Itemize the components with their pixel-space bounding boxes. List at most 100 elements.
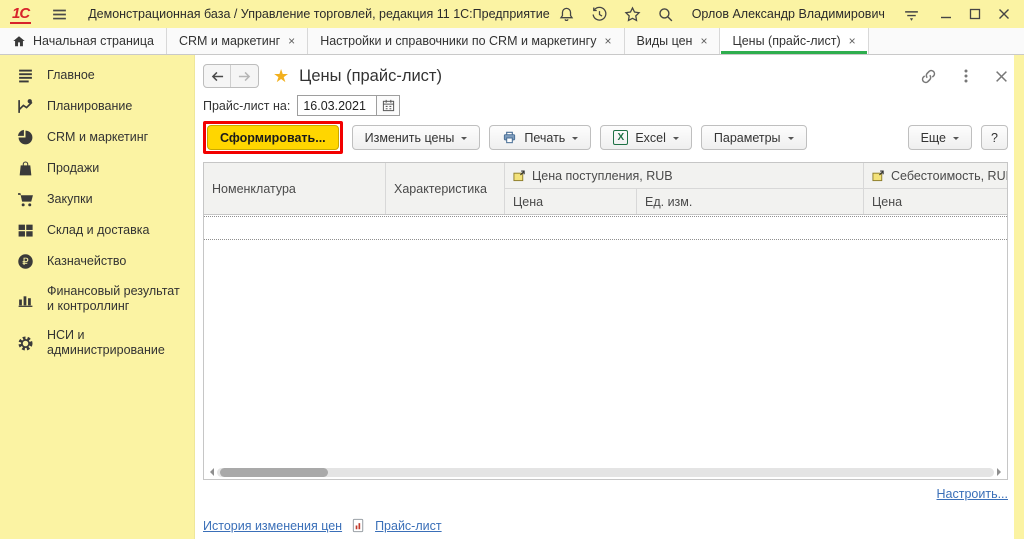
change-prices-label: Изменить цены bbox=[365, 131, 455, 145]
scroll-left-icon[interactable] bbox=[206, 468, 214, 476]
sidebar-item-main[interactable]: Главное bbox=[0, 60, 194, 91]
excel-icon: X bbox=[613, 130, 628, 145]
list-icon bbox=[17, 67, 34, 84]
excel-button[interactable]: X Excel bbox=[600, 125, 692, 150]
main-menu-icon[interactable] bbox=[51, 6, 68, 23]
tab-price-list[interactable]: Цены (прайс-лист) × bbox=[720, 28, 868, 54]
top-bar: 1С Демонстрационная база / Управление то… bbox=[0, 0, 1024, 28]
grid-icon bbox=[17, 222, 34, 239]
bar-chart-icon bbox=[17, 291, 34, 308]
get-link-icon[interactable] bbox=[920, 68, 937, 85]
date-input-group bbox=[297, 95, 400, 116]
column-header-cost-price[interactable]: Цена bbox=[864, 189, 1007, 214]
chevron-down-icon bbox=[953, 137, 959, 143]
column-label: Цена поступления, RUB bbox=[532, 169, 673, 183]
report-icon bbox=[351, 518, 366, 533]
price-list-report-link[interactable]: Прайс-лист bbox=[375, 519, 442, 533]
sidebar-item-planning[interactable]: Планирование bbox=[0, 91, 194, 122]
sidebar-item-crm[interactable]: CRM и маркетинг bbox=[0, 122, 194, 153]
notifications-bell-icon[interactable] bbox=[558, 6, 575, 23]
search-icon[interactable] bbox=[657, 6, 674, 23]
sidebar-item-label: CRM и маркетинг bbox=[47, 130, 148, 145]
excel-label: Excel bbox=[635, 131, 666, 145]
tab-crm-settings[interactable]: Настройки и справочники по CRM и маркети… bbox=[308, 28, 624, 54]
help-button[interactable]: ? bbox=[981, 125, 1008, 150]
sidebar-item-sales[interactable]: Продажи bbox=[0, 153, 194, 184]
toolbar: Сформировать... Изменить цены Печать X E… bbox=[203, 121, 1008, 154]
printer-icon bbox=[502, 130, 517, 145]
close-tab-icon[interactable]: × bbox=[700, 35, 707, 47]
svg-text:₽: ₽ bbox=[22, 257, 29, 268]
calendar-icon[interactable] bbox=[377, 95, 400, 116]
column-header-arrival-price[interactable]: Цена bbox=[505, 189, 637, 214]
column-header-characteristic[interactable]: Характеристика bbox=[386, 163, 505, 214]
column-header-cost-group[interactable]: Себестоимость, RUB bbox=[864, 163, 1007, 189]
favorite-star-icon[interactable]: ★ bbox=[273, 67, 289, 85]
print-button[interactable]: Печать bbox=[489, 125, 591, 150]
favorites-star-icon[interactable] bbox=[624, 6, 641, 23]
tab-crm-marketing[interactable]: CRM и маркетинг × bbox=[167, 28, 308, 54]
planning-icon bbox=[17, 98, 34, 115]
close-form-icon[interactable] bbox=[995, 70, 1008, 83]
tab-home[interactable]: Начальная страница bbox=[0, 28, 167, 54]
minimize-button[interactable] bbox=[936, 5, 957, 23]
parameters-button[interactable]: Параметры bbox=[701, 125, 807, 150]
column-header-nomenclature[interactable]: Номенклатура bbox=[204, 163, 386, 214]
price-history-link[interactable]: История изменения цен bbox=[203, 519, 342, 533]
scrollbar-track[interactable] bbox=[217, 468, 994, 477]
gear-icon bbox=[17, 335, 34, 352]
column-header-arrival-price-group[interactable]: Цена поступления, RUB bbox=[505, 163, 864, 189]
generate-button[interactable]: Сформировать... bbox=[207, 125, 339, 150]
close-tab-icon[interactable]: × bbox=[849, 35, 856, 47]
tab-label: Начальная страница bbox=[33, 34, 154, 48]
configure-link[interactable]: Настроить... bbox=[937, 487, 1009, 501]
configure-row: Настроить... bbox=[203, 487, 1008, 501]
pie-chart-icon bbox=[17, 129, 34, 146]
sidebar-item-label: Планирование bbox=[47, 99, 132, 114]
maximize-button[interactable] bbox=[965, 5, 986, 23]
table-body[interactable] bbox=[204, 215, 1007, 465]
service-menu-icon[interactable] bbox=[903, 6, 920, 23]
sidebar-item-label: Главное bbox=[47, 68, 95, 83]
sidebar-item-label: Финансовый результат и контроллинг bbox=[47, 284, 186, 314]
scroll-right-icon[interactable] bbox=[997, 468, 1005, 476]
sidebar-item-treasury[interactable]: ₽ Казначейство bbox=[0, 246, 194, 277]
change-prices-button[interactable]: Изменить цены bbox=[352, 125, 481, 150]
more-kebab-icon[interactable] bbox=[963, 68, 969, 84]
close-tab-icon[interactable]: × bbox=[604, 35, 611, 47]
column-label: Характеристика bbox=[394, 182, 487, 196]
history-icon[interactable] bbox=[591, 6, 608, 23]
chevron-down-icon bbox=[461, 137, 467, 143]
back-button[interactable] bbox=[204, 65, 231, 87]
sidebar-item-administration[interactable]: НСИ и администрирование bbox=[0, 321, 194, 365]
more-button[interactable]: Еще bbox=[908, 125, 972, 150]
table-row-cursor[interactable] bbox=[204, 216, 1007, 240]
chevron-down-icon bbox=[788, 137, 794, 143]
sidebar-item-finance[interactable]: Финансовый результат и контроллинг bbox=[0, 277, 194, 321]
sections-sidebar: Главное Планирование CRM и маркетинг Про… bbox=[0, 55, 195, 539]
forward-button[interactable] bbox=[231, 65, 258, 87]
column-label: Номенклатура bbox=[212, 182, 296, 196]
tab-label: Настройки и справочники по CRM и маркети… bbox=[320, 34, 596, 48]
column-label: Ед. изм. bbox=[645, 195, 692, 209]
right-panel-strip bbox=[1014, 55, 1024, 539]
chevron-down-icon bbox=[673, 137, 679, 143]
main-area: Главное Планирование CRM и маркетинг Про… bbox=[0, 55, 1024, 539]
column-header-unit[interactable]: Ед. изм. bbox=[637, 189, 864, 214]
sidebar-item-warehouse[interactable]: Склад и доставка bbox=[0, 215, 194, 246]
window-title: Демонстрационная база / Управление торго… bbox=[88, 7, 550, 21]
sidebar-item-label: Казначейство bbox=[47, 254, 126, 269]
horizontal-scrollbar bbox=[204, 465, 1007, 479]
close-window-button[interactable] bbox=[993, 5, 1014, 23]
chevron-down-icon bbox=[572, 137, 578, 143]
sidebar-item-purchases[interactable]: Закупки bbox=[0, 184, 194, 215]
current-user-name[interactable]: Орлов Александр Владимирович bbox=[692, 7, 885, 21]
scrollbar-thumb[interactable] bbox=[220, 468, 328, 477]
page-title: Цены (прайс-лист) bbox=[299, 67, 442, 86]
date-label: Прайс-лист на: bbox=[203, 99, 290, 113]
footer-links: История изменения цен Прайс-лист bbox=[203, 518, 1008, 533]
tab-price-types[interactable]: Виды цен × bbox=[625, 28, 721, 54]
tab-label: Цены (прайс-лист) bbox=[732, 34, 840, 48]
price-list-date-input[interactable] bbox=[297, 95, 377, 116]
close-tab-icon[interactable]: × bbox=[288, 35, 295, 47]
